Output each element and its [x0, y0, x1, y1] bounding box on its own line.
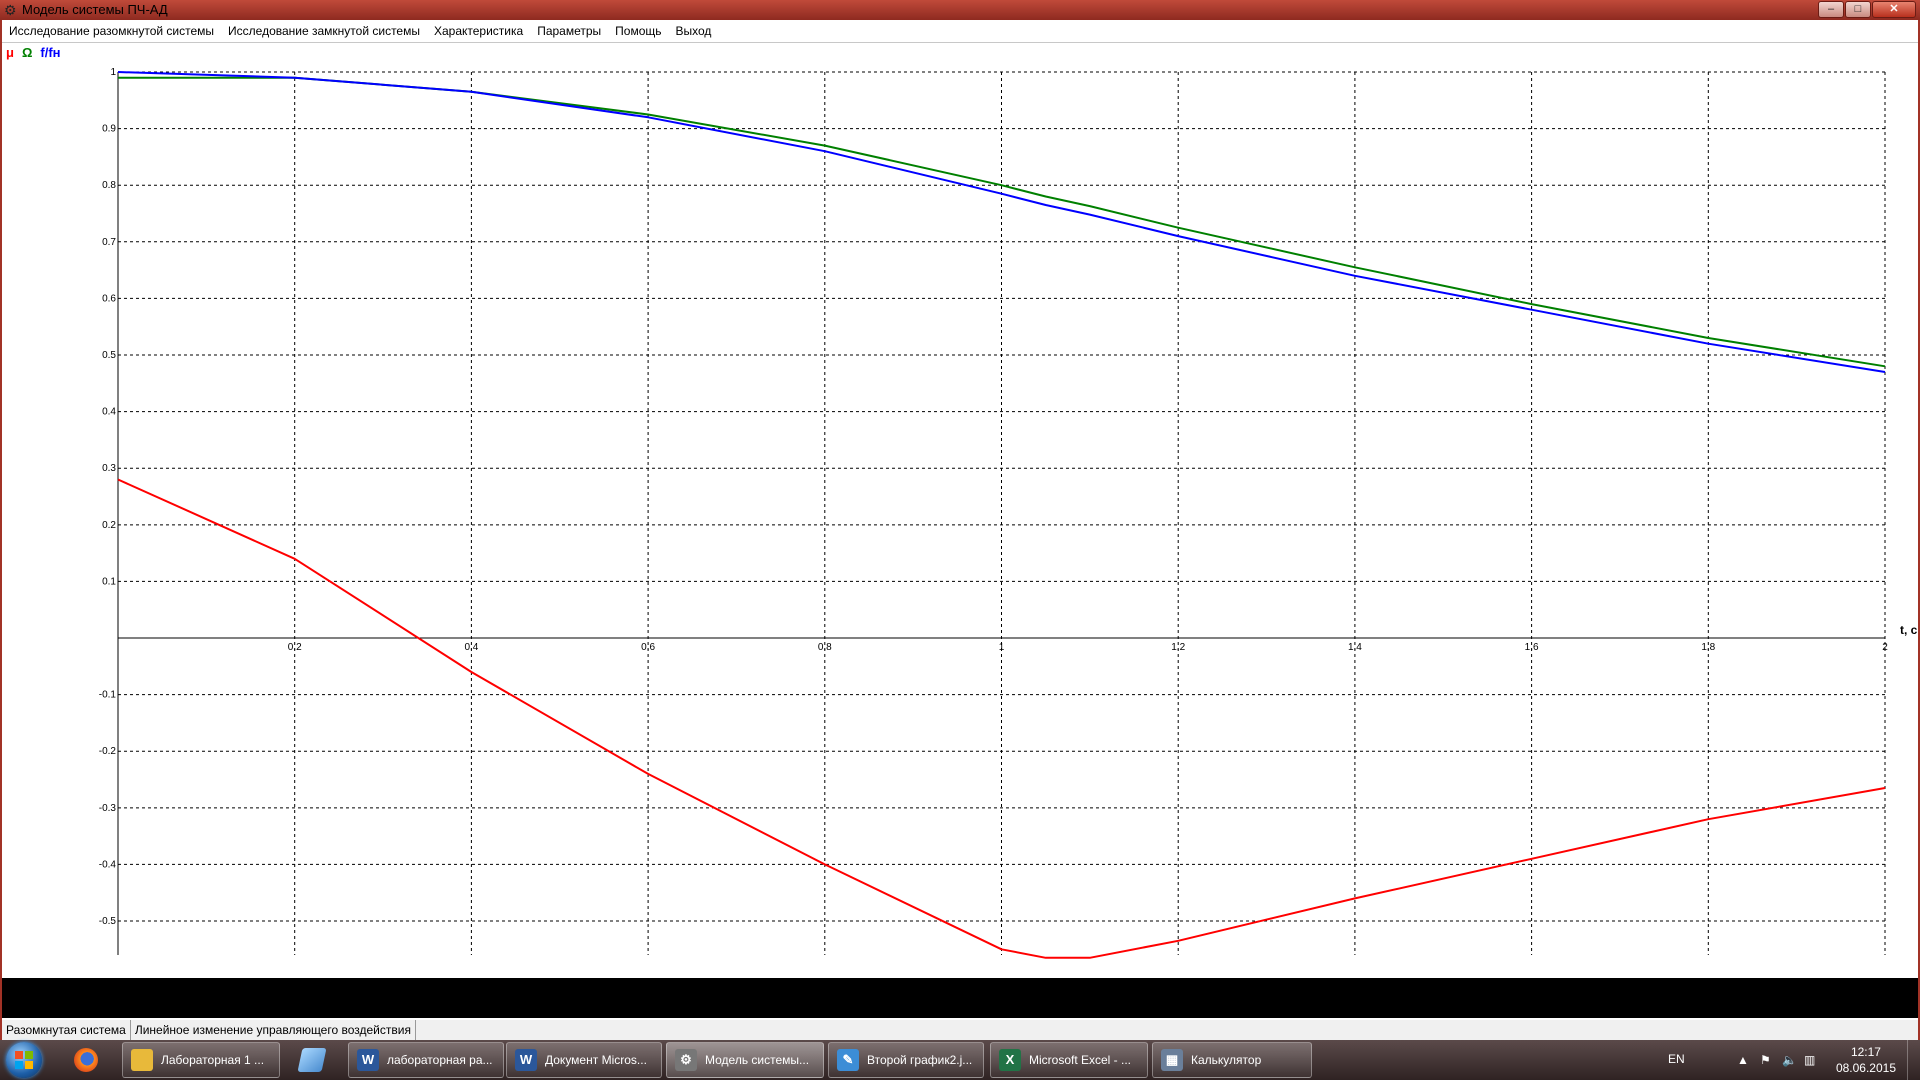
y-tick-label: -0.4 — [99, 859, 117, 870]
legend-mu: μ — [6, 45, 14, 60]
x-tick-label: 1 — [999, 642, 1005, 653]
menu-parameters[interactable]: Параметры — [530, 20, 608, 42]
volume-icon[interactable]: 🔈 — [1782, 1053, 1797, 1067]
y-tick-label: -0.3 — [99, 803, 117, 814]
y-tick-label: 0.6 — [102, 293, 116, 304]
show-desktop-button[interactable] — [1907, 1040, 1920, 1080]
window-title: Модель системы ПЧ-АД — [22, 2, 168, 17]
word-icon: W — [515, 1049, 537, 1071]
y-tick-label: -0.2 — [99, 746, 117, 757]
language-indicator[interactable]: EN — [1668, 1052, 1685, 1066]
y-tick-label: 1 — [110, 67, 116, 78]
task-word-1[interactable]: W лабораторная ра... — [348, 1042, 504, 1078]
x-tick-label: 0.6 — [641, 642, 655, 653]
notebook-icon — [297, 1048, 327, 1072]
gear-icon: ⚙ — [675, 1049, 697, 1071]
legend-omega: Ω — [21, 45, 33, 60]
series-line-0 — [117, 478, 1886, 959]
task-paint[interactable]: ✎ Второй график2.j... — [828, 1042, 984, 1078]
menu-exit[interactable]: Выход — [669, 20, 719, 42]
task-label: Лабораторная 1 ... — [161, 1053, 265, 1067]
menu-closed-system[interactable]: Исследование замкнутой системы — [221, 20, 427, 42]
paint-icon: ✎ — [837, 1049, 859, 1071]
folder-icon — [131, 1049, 153, 1071]
menu-open-system[interactable]: Исследование разомкнутой системы — [2, 20, 221, 42]
status-description: Линейное изменение управляющего воздейст… — [131, 1020, 416, 1040]
title-bar: ⚙ Модель системы ПЧ-АД ‒ □ ✕ — [0, 0, 1920, 20]
y-tick-label: 0.3 — [102, 463, 116, 474]
word-icon: W — [357, 1049, 379, 1071]
y-tick-label: -0.5 — [99, 916, 117, 927]
x-axis-label: t, c — [1900, 623, 1918, 637]
x-tick-label: 1.4 — [1348, 642, 1362, 653]
close-button[interactable]: ✕ — [1872, 1, 1916, 18]
x-tick-label: 1.2 — [1171, 642, 1185, 653]
chevron-up-icon[interactable]: ▲ — [1737, 1053, 1749, 1067]
y-tick-label: 0.7 — [102, 237, 116, 248]
maximize-button[interactable]: □ — [1845, 1, 1871, 18]
task-calculator[interactable]: ▦ Калькулятор — [1152, 1042, 1312, 1078]
y-tick-label: 0.5 — [102, 350, 116, 361]
network-icon[interactable]: ▥ — [1804, 1053, 1815, 1067]
task-label: Microsoft Excel - ... — [1029, 1053, 1132, 1067]
y-tick-label: -0.1 — [99, 690, 117, 701]
pinned-app[interactable] — [292, 1044, 332, 1076]
task-label: Калькулятор — [1191, 1053, 1262, 1067]
x-tick-label: 0.8 — [818, 642, 832, 653]
task-model-system[interactable]: ⚙ Модель системы... — [666, 1042, 824, 1078]
y-tick-label: 0.2 — [102, 520, 116, 531]
black-strip — [2, 978, 1918, 1018]
task-label: Второй график2.j... — [867, 1053, 973, 1067]
task-label: лабораторная ра... — [387, 1053, 493, 1067]
clock-time: 12:17 — [1850, 1045, 1881, 1059]
firefox-icon — [74, 1048, 98, 1072]
x-tick-label: 0.2 — [288, 642, 302, 653]
y-tick-label: 0.4 — [102, 407, 116, 418]
task-label: Документ Micros... — [545, 1053, 647, 1067]
window-controls: ‒ □ ✕ — [1817, 1, 1916, 18]
legend: μ Ω f/fн — [6, 45, 69, 60]
y-tick-label: 0.9 — [102, 124, 116, 135]
taskbar: Лабораторная 1 ... W лабораторная ра... … — [0, 1040, 1920, 1080]
system-tray: EN ▲ ⚑ 🔈 ▥ 12:17 08.06.2015 — [1650, 1040, 1920, 1080]
x-tick-label: 2 — [1882, 642, 1888, 653]
status-mode: Разомкнутая система — [2, 1020, 131, 1040]
x-tick-label: 1.8 — [1701, 642, 1715, 653]
chart: 0.2 0.4 0.6 0.8 1 1.2 1.4 1.6 1.8 2 1 0.9 0.8 0.7 0.6 0… — [99, 67, 1918, 959]
y-tick-label: 0.8 — [102, 180, 116, 191]
excel-icon: X — [999, 1049, 1021, 1071]
task-excel[interactable]: X Microsoft Excel - ... — [990, 1042, 1148, 1078]
y-tick-label: 0.1 — [102, 576, 116, 587]
menu-bar: Исследование разомкнутой системы Исследо… — [2, 20, 1918, 43]
menu-help[interactable]: Помощь — [608, 20, 668, 42]
task-word-2[interactable]: W Документ Micros... — [506, 1042, 662, 1078]
flag-icon[interactable]: ⚑ — [1760, 1053, 1771, 1067]
menu-characteristic[interactable]: Характеристика — [427, 20, 530, 42]
minimize-button[interactable]: ‒ — [1818, 1, 1844, 18]
start-button[interactable] — [6, 1042, 42, 1078]
clock-date: 08.06.2015 — [1835, 1061, 1896, 1075]
pinned-firefox[interactable] — [66, 1044, 106, 1076]
status-bar: Разомкнутая система Линейное изменение у… — [2, 1020, 1918, 1040]
windows-logo-icon — [15, 1051, 33, 1069]
calculator-icon: ▦ — [1161, 1049, 1183, 1071]
gear-icon: ⚙ — [4, 2, 17, 18]
x-tick-label: 0.4 — [464, 642, 478, 653]
clock[interactable]: 12:17 08.06.2015 — [1836, 1044, 1896, 1076]
task-folder[interactable]: Лабораторная 1 ... — [122, 1042, 280, 1078]
legend-frequency: f/fн — [40, 45, 61, 60]
x-tick-label: 1.6 — [1525, 642, 1539, 653]
task-label: Модель системы... — [705, 1053, 810, 1067]
